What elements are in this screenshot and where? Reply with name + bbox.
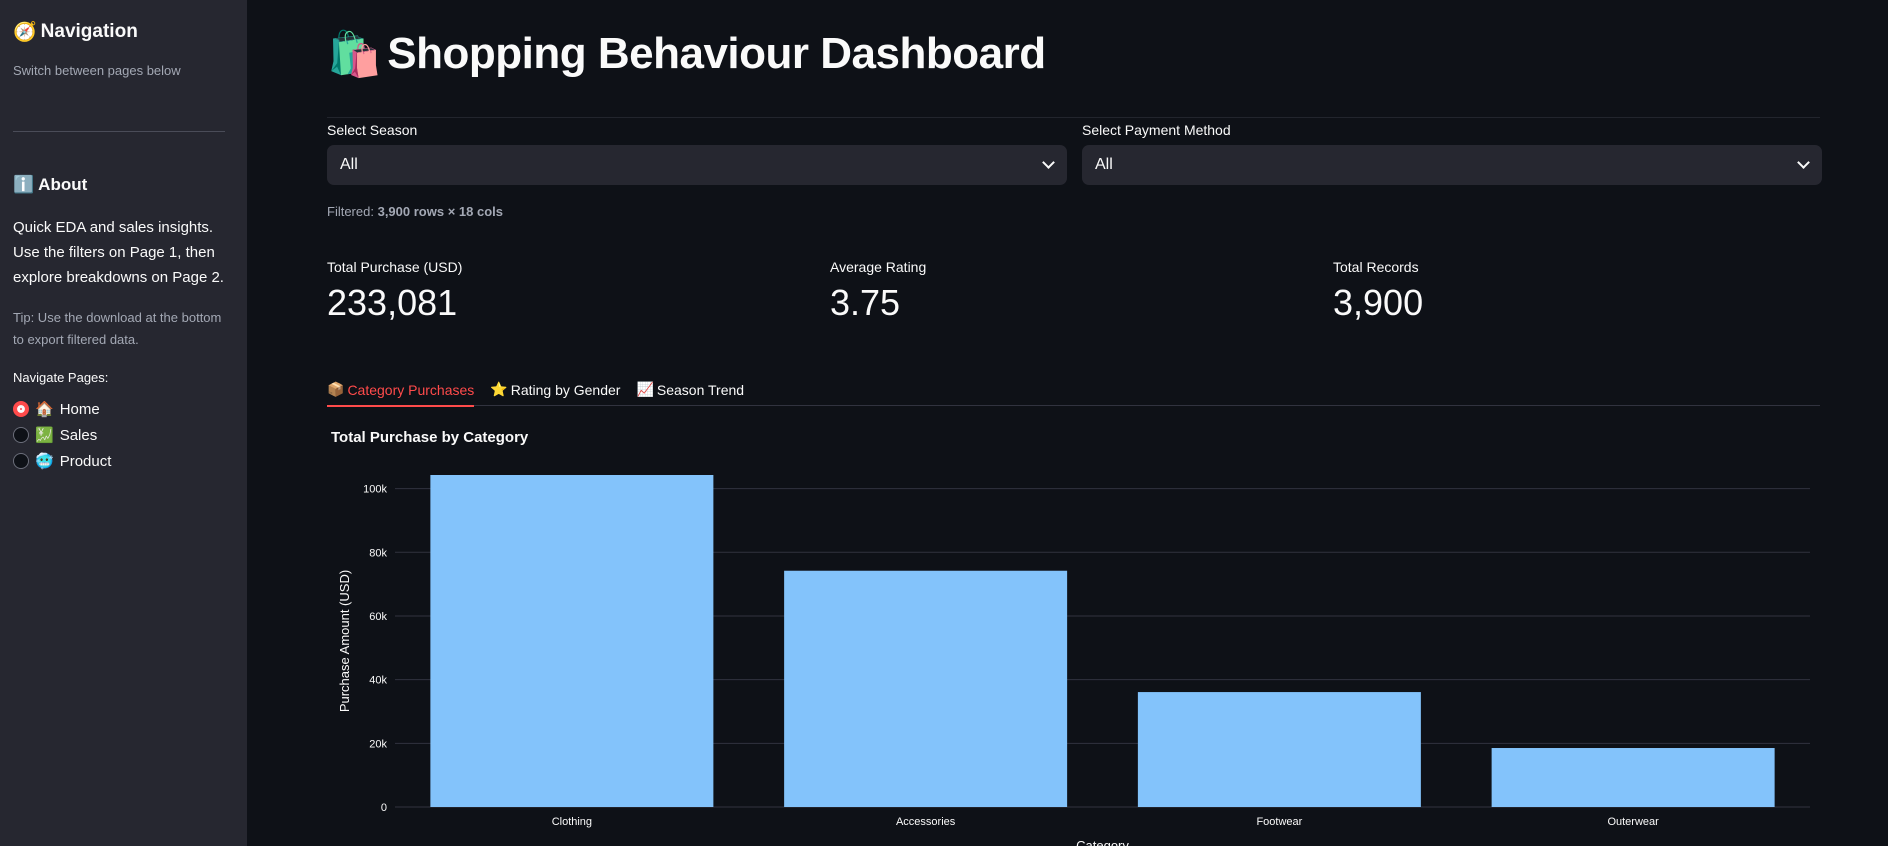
radio-sales[interactable]: 💹 Sales xyxy=(13,422,111,448)
navigate-pages-label: Navigate Pages: xyxy=(13,370,109,385)
payment-filter: Select Payment Method All xyxy=(1082,121,1822,185)
x-tick-label: Footwear xyxy=(1256,816,1302,828)
x-tick-label: Clothing xyxy=(552,816,592,828)
package-icon: 📦 xyxy=(327,381,345,398)
x-tick-label: Accessories xyxy=(896,816,956,828)
chevron-down-icon xyxy=(1797,156,1810,169)
metric-value: 3,900 xyxy=(1333,282,1424,323)
season-filter-label: Select Season xyxy=(327,122,418,138)
tab-bar: 📦 Category Purchases ⭐ Rating by Gender … xyxy=(327,374,1820,407)
sidebar-subtitle: Switch between pages below xyxy=(13,63,181,78)
bar-chart-svg: Total Purchase by Category 0 20k 40k 60k 80k 1… xyxy=(331,429,1810,846)
tab-label: Season Trend xyxy=(656,382,745,398)
radio-home[interactable]: 🏠 Home xyxy=(13,396,111,422)
radio-button[interactable] xyxy=(13,427,29,443)
x-tick-label: Outerwear xyxy=(1607,816,1659,828)
about-text: Quick EDA and sales insights. Use the fi… xyxy=(13,219,224,286)
x-axis-label: Category xyxy=(1076,838,1129,846)
payment-filter-label: Select Payment Method xyxy=(1082,122,1231,138)
chart-increasing-yen-icon: 💹 xyxy=(35,426,54,444)
radio-home-label: Home xyxy=(59,400,100,418)
metric-total-purchase: Total Purchase (USD) 233,081 xyxy=(327,259,462,323)
payment-select-value: All xyxy=(1095,156,1113,173)
metric-label: Average Rating xyxy=(830,259,927,275)
sidebar-title-text: Navigation xyxy=(40,20,138,42)
page-radio-group: 🏠 Home 💹 Sales 🥶 Product xyxy=(13,396,111,474)
radio-button-selected[interactable] xyxy=(13,401,29,417)
season-filter: Select Season All xyxy=(327,121,1067,185)
sidebar-divider xyxy=(13,131,225,132)
tab-label: Rating by Gender xyxy=(510,382,621,398)
bar xyxy=(1491,748,1775,807)
page-title-text: Shopping Behaviour Dashboard xyxy=(387,29,1046,78)
y-tick-label: 60k xyxy=(369,611,387,623)
tab-rating-by-gender[interactable]: ⭐ Rating by Gender xyxy=(490,374,620,406)
y-tick-label: 20k xyxy=(369,738,387,750)
main-content: 🛍️ Shopping Behaviour Dashboard Select S… xyxy=(247,0,1888,846)
category-purchase-chart: Total Purchase by Category 0 20k 40k 60k 80k 1… xyxy=(327,420,1827,846)
filtered-prefix: Filtered: xyxy=(327,204,374,219)
home-icon: 🏠 xyxy=(35,400,54,418)
y-tick-label: 0 xyxy=(381,802,387,814)
chart-increasing-icon: 📈 xyxy=(636,382,654,398)
tab-category-purchases[interactable]: 📦 Category Purchases xyxy=(327,374,475,407)
metric-label: Total Purchase (USD) xyxy=(327,259,463,275)
filtered-value: 3,900 rows × 18 cols xyxy=(377,204,503,219)
metric-label: Total Records xyxy=(1333,259,1419,275)
tip-text: Tip: Use the download at the bottom to e… xyxy=(13,310,222,347)
page-title: 🛍️ Shopping Behaviour Dashboard xyxy=(327,28,1046,80)
tab-season-trend[interactable]: 📈 Season Trend xyxy=(636,374,744,406)
chart-title: Total Purchase by Category xyxy=(331,429,529,446)
metric-value: 233,081 xyxy=(327,282,458,323)
metric-total-records: Total Records 3,900 xyxy=(1333,259,1423,323)
bar xyxy=(430,475,714,807)
chevron-down-icon xyxy=(1042,156,1055,169)
radio-product[interactable]: 🥶 Product xyxy=(13,448,111,474)
y-tick-label: 40k xyxy=(369,675,387,687)
y-axis-label: Purchase Amount (USD) xyxy=(337,570,352,712)
info-icon: ℹ️ xyxy=(13,175,35,195)
title-divider xyxy=(327,117,1820,118)
payment-select[interactable]: All xyxy=(1082,145,1822,185)
metric-average-rating: Average Rating 3.75 xyxy=(830,259,926,323)
tab-label: Category Purchases xyxy=(347,381,475,398)
shopping-bags-icon: 🛍️ xyxy=(327,29,382,80)
star-icon: ⭐ xyxy=(490,382,508,398)
season-select-value: All xyxy=(340,156,358,173)
y-tick-label: 80k xyxy=(369,547,387,559)
compass-icon: 🧭 xyxy=(13,21,37,43)
filtered-caption: Filtered: 3,900 rows × 18 cols xyxy=(327,204,503,219)
season-select[interactable]: All xyxy=(327,145,1067,185)
bar xyxy=(784,570,1068,807)
bar xyxy=(1137,692,1421,807)
radio-sales-label: Sales xyxy=(59,426,98,444)
about-heading: ℹ️ About xyxy=(13,175,87,195)
metric-value: 3.75 xyxy=(830,282,901,323)
radio-product-label: Product xyxy=(59,452,112,470)
y-tick-label: 100k xyxy=(363,484,387,496)
sidebar-title: 🧭 Navigation xyxy=(13,20,138,44)
radio-button[interactable] xyxy=(13,453,29,469)
about-heading-text: About xyxy=(38,175,88,194)
sidebar: 🧭 Navigation Switch between pages below … xyxy=(0,0,247,846)
cold-face-icon: 🥶 xyxy=(35,452,54,470)
